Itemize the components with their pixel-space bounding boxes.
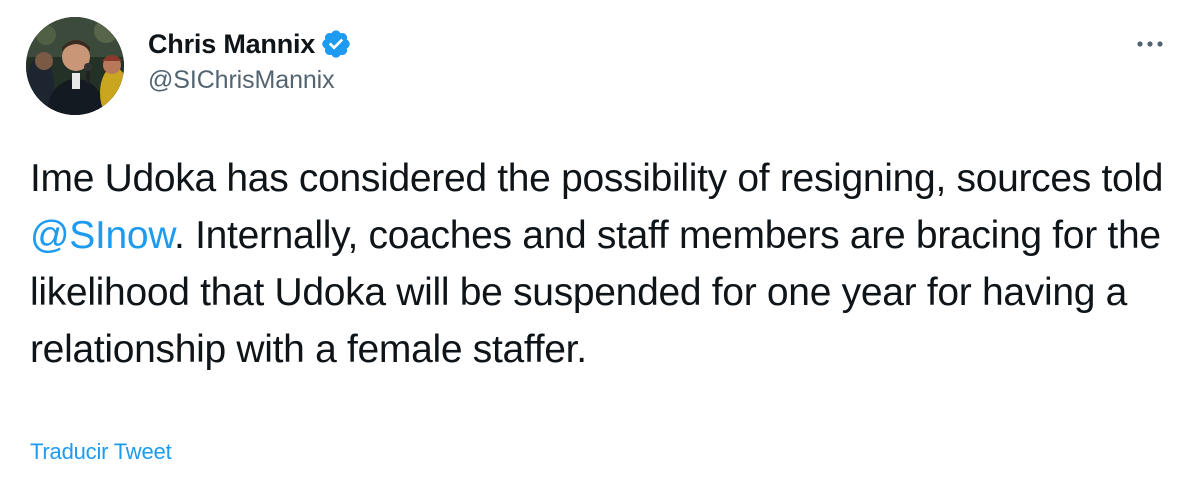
tweet-text-part1: Ime Udoka has considered the possibility…	[30, 157, 1164, 200]
name-row: Chris Mannix	[148, 26, 352, 62]
user-handle[interactable]: @SIChrisMannix	[148, 66, 352, 95]
avatar[interactable]	[26, 17, 124, 115]
more-options-button[interactable]	[1128, 30, 1172, 58]
display-name[interactable]: Chris Mannix	[148, 29, 315, 60]
mention-link[interactable]: @SInow	[30, 214, 174, 257]
verified-badge-icon	[320, 28, 352, 60]
avatar-photo	[26, 17, 124, 115]
more-horizontal-icon	[1137, 41, 1163, 47]
tweet-card: Chris Mannix @SIChrisMannix Ime Udoka ha…	[0, 0, 1200, 497]
translate-tweet-link[interactable]: Traducir Tweet	[30, 439, 172, 465]
tweet-text-part2: . Internally, coaches and staff members …	[30, 214, 1161, 371]
author-info: Chris Mannix @SIChrisMannix	[148, 26, 352, 95]
tweet-text: Ime Udoka has considered the possibility…	[30, 150, 1180, 378]
